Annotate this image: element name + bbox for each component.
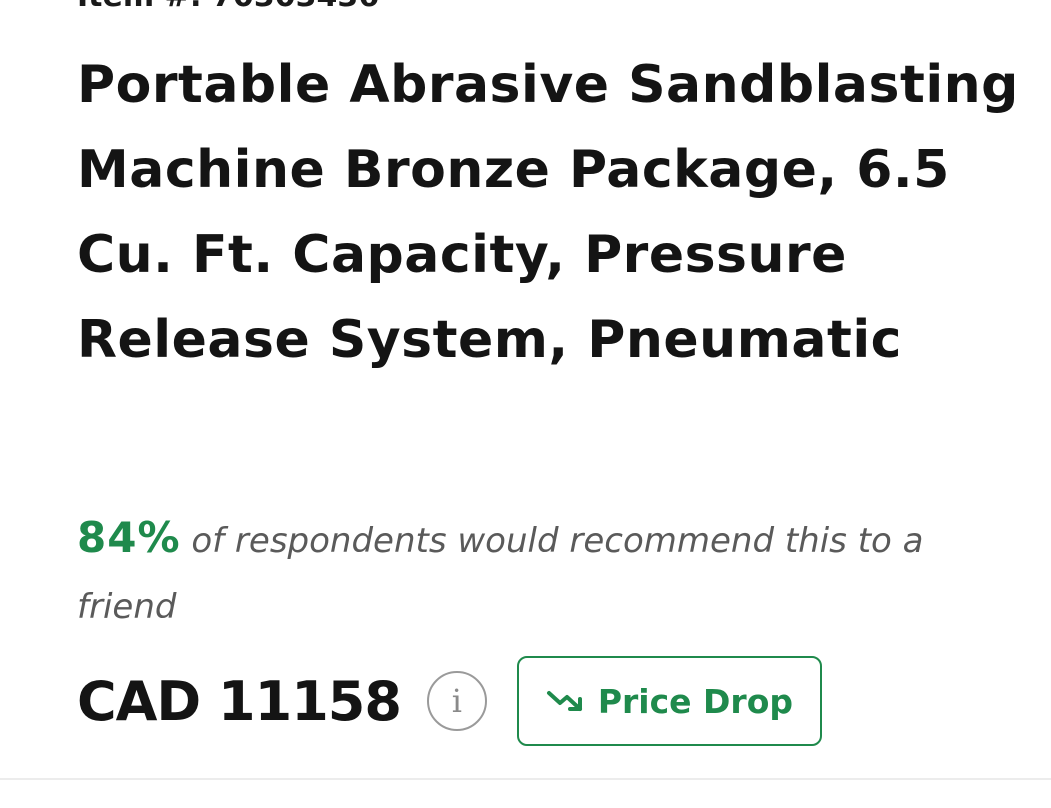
trending-down-icon — [546, 691, 582, 711]
info-icon[interactable]: i — [426, 671, 487, 731]
product-title: Portable Abrasive Sandblasting Machine B… — [77, 55, 1019, 370]
divider — [0, 778, 1051, 780]
price-drop-label: Price Drop — [597, 681, 793, 721]
recommendation-line: 84% of respondents would recommend this … — [77, 508, 1017, 643]
recommend-text: of respondents would recommend this to a… — [77, 521, 924, 627]
price-drop-button[interactable]: Price Drop — [516, 656, 822, 746]
recommend-percent: 84% — [77, 513, 181, 562]
info-glyph: i — [451, 682, 463, 720]
item-number: Item #: 70303436 — [77, 0, 379, 12]
product-price: CAD 11158 — [77, 669, 402, 733]
price-row: CAD 11158 i Price Drop — [77, 655, 822, 747]
